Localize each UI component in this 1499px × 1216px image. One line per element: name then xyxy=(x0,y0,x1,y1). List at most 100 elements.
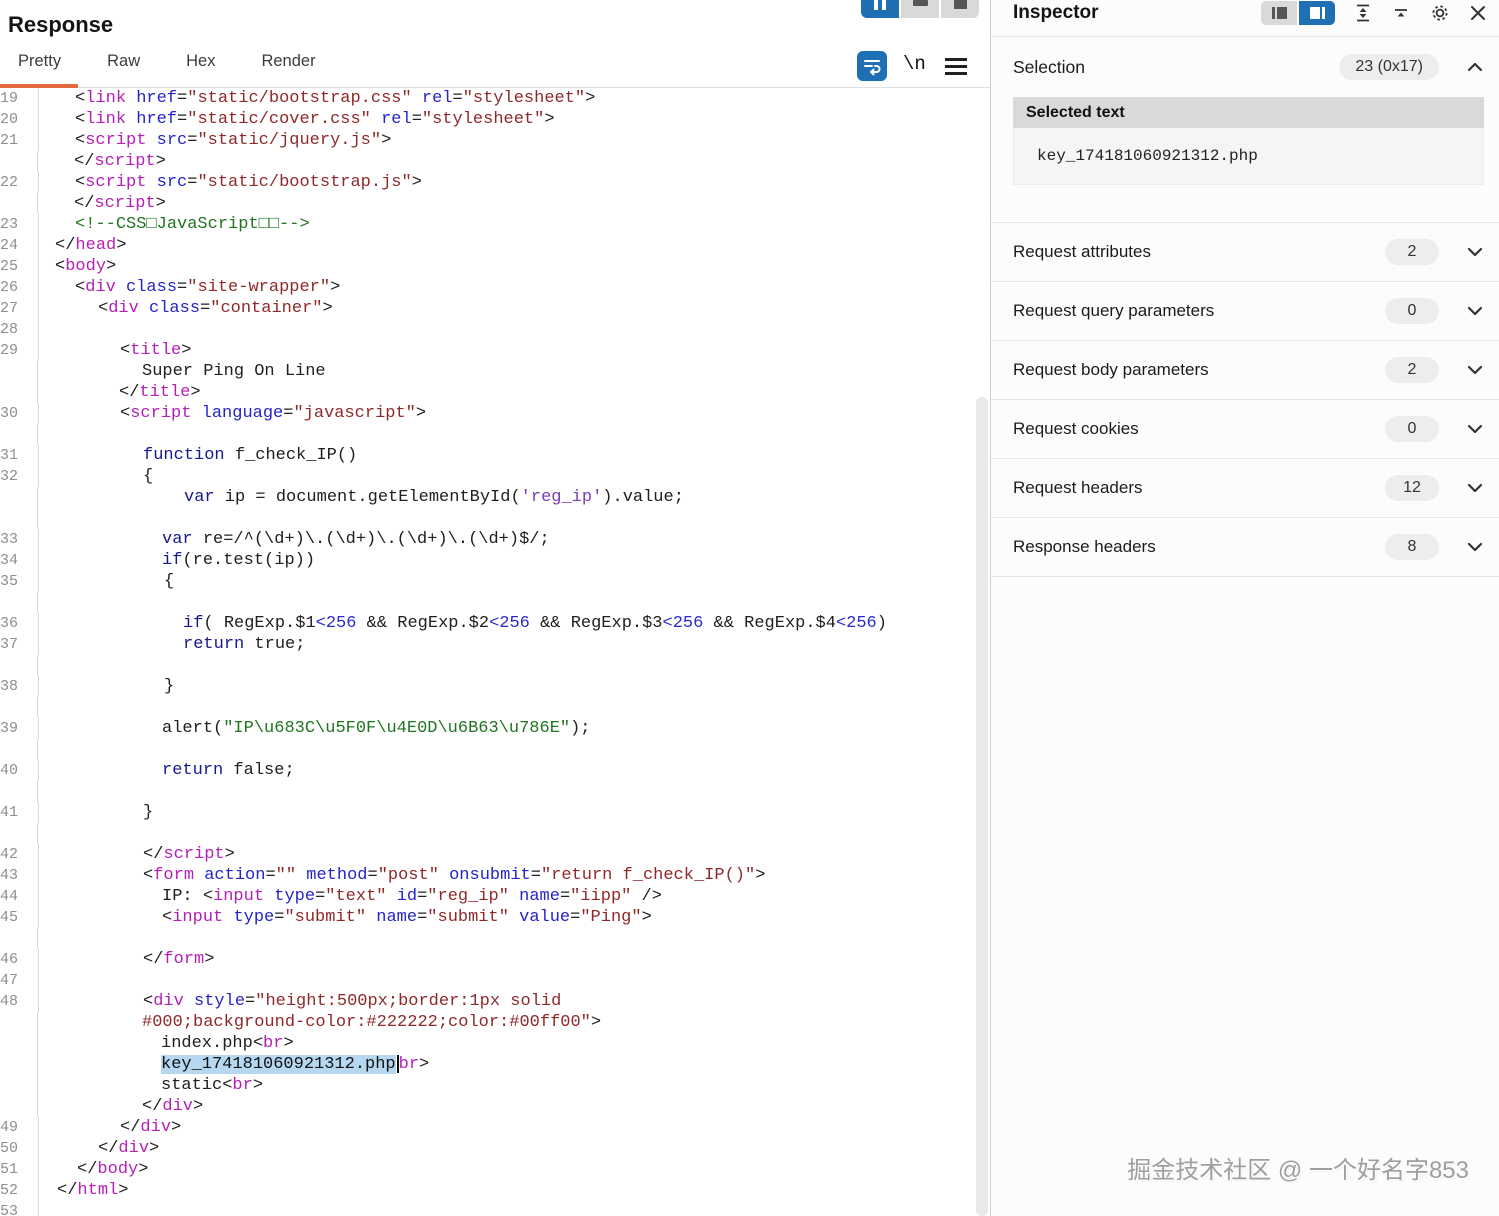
line-number: 25 xyxy=(0,256,40,277)
section-label: Request body parameters xyxy=(1013,360,1209,379)
response-code-editor[interactable]: 19 <link href="static/bootstrap.css" rel=… xyxy=(0,88,976,1216)
code-line xyxy=(0,592,976,613)
burp-message-editor: Response Pretty Raw Hex Render \n 19 <li… xyxy=(0,0,1499,1216)
code-line: 19 <link href="static/bootstrap.css" rel=… xyxy=(0,88,596,109)
line-number: 52 xyxy=(0,1180,40,1201)
watermark-text: 掘金技术社区 @ 一个好名字853 xyxy=(1127,1157,1469,1184)
selection-length-badge: 23 (0x17) xyxy=(1339,54,1439,80)
expand-all-button[interactable] xyxy=(1353,3,1373,23)
section-request-query-parameters[interactable]: Request query parameters 0 xyxy=(991,281,1499,340)
line-number: 49 xyxy=(0,1117,40,1138)
line-number: 43 xyxy=(0,865,40,886)
square-icon xyxy=(953,0,967,9)
editor-menu-button[interactable] xyxy=(945,58,967,75)
code-line: 37 return true; xyxy=(0,634,306,655)
active-tab-underline xyxy=(0,84,78,88)
code-line: 36 if( RegExp.$1<256 && RegExp.$2<256 && … xyxy=(0,613,887,634)
line-number xyxy=(0,424,38,445)
code-line: 31 function f_check_IP() xyxy=(0,445,358,466)
line-number xyxy=(0,361,38,382)
pause-icon xyxy=(874,0,886,10)
code-line: 21 <script src="static/jquery.js"> xyxy=(0,130,392,151)
selected-text-highlight: key_174181060921312.php xyxy=(161,1055,396,1074)
line-number: 48 xyxy=(0,991,40,1012)
code-line: index.php<br> xyxy=(0,1033,976,1054)
section-request-body-parameters[interactable]: Request body parameters 2 xyxy=(991,340,1499,399)
code-line: </title> xyxy=(0,382,976,403)
count-badge: 0 xyxy=(1385,416,1439,442)
code-line: 51 </body> xyxy=(0,1159,149,1180)
line-number: 29 xyxy=(0,340,40,361)
code-line xyxy=(0,781,976,802)
tab-hex[interactable]: Hex xyxy=(186,52,215,81)
chevron-down-icon[interactable] xyxy=(1465,301,1485,321)
inspector-panel: Inspector Selection 23 (0x17) Selected t… xyxy=(990,0,1499,1216)
selected-text-block: Selected text key_174181060921312.php xyxy=(1013,97,1484,185)
line-number: 50 xyxy=(0,1138,40,1159)
code-line: var ip = document.getElementById('reg_ip… xyxy=(0,487,976,508)
chevron-down-icon[interactable] xyxy=(1465,537,1485,557)
line-number: 20 xyxy=(0,109,40,130)
view-toggle-bottom-button[interactable] xyxy=(901,0,939,18)
close-inspector-button[interactable] xyxy=(1469,4,1487,22)
selection-section-header[interactable]: Selection 23 (0x17) xyxy=(1013,46,1485,88)
code-line: 22 <script src="static/bootstrap.js"> xyxy=(0,172,422,193)
line-number: 44 xyxy=(0,886,40,907)
section-request-attributes[interactable]: Request attributes 2 xyxy=(991,222,1499,281)
line-number: 35 xyxy=(0,571,40,592)
chevron-up-icon[interactable] xyxy=(1465,57,1485,77)
line-number: 30 xyxy=(0,403,40,424)
line-number xyxy=(0,928,38,949)
inspector-dock-right-button[interactable] xyxy=(1299,1,1335,25)
code-line: 47 xyxy=(0,970,976,991)
chevron-down-icon[interactable] xyxy=(1465,242,1485,262)
inspector-dock-group xyxy=(1261,1,1335,25)
line-number xyxy=(0,655,38,676)
selected-text-value[interactable]: key_174181060921312.php xyxy=(1013,128,1484,185)
chevron-down-icon[interactable] xyxy=(1465,478,1485,498)
code-line: 50 </div> xyxy=(0,1138,160,1159)
newline-toggle-button[interactable]: \n xyxy=(903,53,926,75)
code-line: 38} xyxy=(0,676,175,697)
line-number: 40 xyxy=(0,760,40,781)
code-line: </script> xyxy=(0,193,976,214)
chevron-down-icon[interactable] xyxy=(1465,360,1485,380)
code-line: 27 <div class="container"> xyxy=(0,298,333,319)
section-request-cookies[interactable]: Request cookies 0 xyxy=(991,399,1499,458)
line-number: 36 xyxy=(0,613,40,634)
line-number: 34 xyxy=(0,550,40,571)
line-number: 27 xyxy=(0,298,40,319)
line-number xyxy=(0,1012,38,1033)
line-number: 31 xyxy=(0,445,40,466)
code-line: 26 <div class="site-wrapper"> xyxy=(0,277,341,298)
code-line: 32{ xyxy=(0,466,154,487)
code-line xyxy=(0,928,976,949)
code-line: 52 </html> xyxy=(0,1180,129,1201)
section-label: Request query parameters xyxy=(1013,301,1215,320)
section-response-headers[interactable]: Response headers 8 xyxy=(991,517,1499,577)
inspector-title: Inspector xyxy=(1013,2,1099,23)
code-line: #000;background-color:#222222;color:#00f… xyxy=(0,1012,976,1033)
view-toggle-max-button[interactable] xyxy=(941,0,979,18)
line-number: 51 xyxy=(0,1159,40,1180)
code-line: 30 <script language="javascript"> xyxy=(0,403,427,424)
inspector-dock-left-button[interactable] xyxy=(1261,1,1297,25)
tab-pretty[interactable]: Pretty xyxy=(18,52,61,81)
code-line: key_174181060921312.php br> xyxy=(0,1054,976,1075)
section-label: Response headers xyxy=(1013,537,1156,556)
vertical-scrollbar[interactable] xyxy=(976,397,988,1216)
code-line: 42 </script> xyxy=(0,844,235,865)
count-badge: 8 xyxy=(1385,534,1439,560)
panel-left-icon xyxy=(1271,7,1287,19)
tab-render[interactable]: Render xyxy=(261,52,315,81)
collapse-all-button[interactable] xyxy=(1391,3,1411,23)
tab-raw[interactable]: Raw xyxy=(107,52,140,81)
section-request-headers[interactable]: Request headers 12 xyxy=(991,458,1499,517)
word-wrap-toggle-button[interactable] xyxy=(857,51,887,81)
inspector-toolbar xyxy=(1261,0,1487,26)
chevron-down-icon[interactable] xyxy=(1465,419,1485,439)
bottom-bar-icon xyxy=(912,0,928,6)
code-line: 53 xyxy=(0,1201,976,1216)
view-toggle-pause-button[interactable] xyxy=(861,0,899,18)
gear-icon-button[interactable] xyxy=(1429,2,1451,24)
